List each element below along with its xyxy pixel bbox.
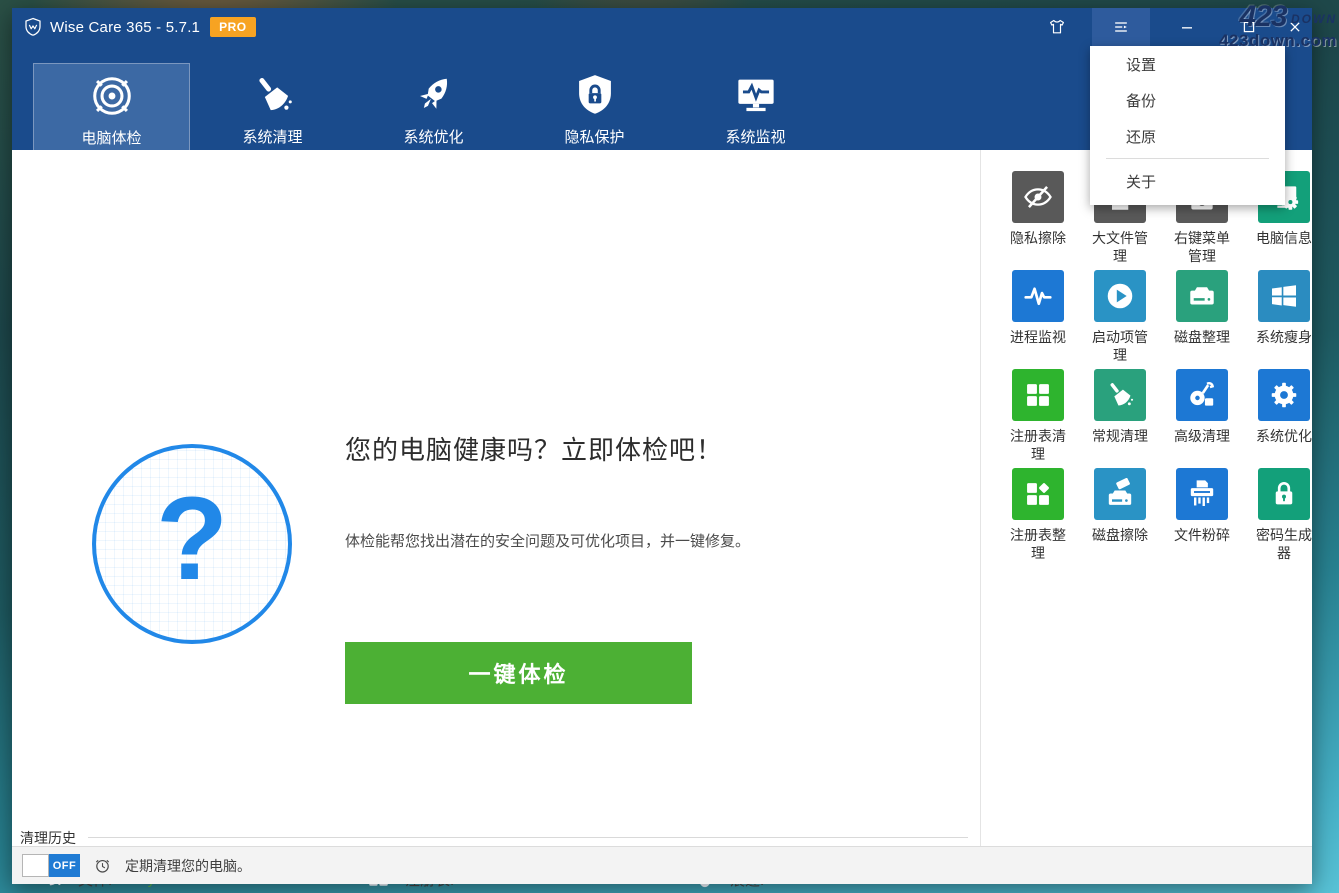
tool-advanced-cleaner[interactable]: 高级清理 (1161, 369, 1243, 468)
pro-badge: PRO (210, 17, 256, 37)
vacuum-icon (1176, 369, 1228, 421)
page-title: 您的电脑健康吗？立即体检吧！ (345, 430, 723, 467)
schedule-text: 定期清理您的电脑。 (125, 856, 251, 876)
toggle-state-label: OFF (49, 854, 80, 877)
app-shield-logo (23, 17, 43, 37)
menu-divider (1106, 158, 1269, 159)
broom-icon (1094, 369, 1146, 421)
tab-label: 系统监视 (725, 126, 785, 147)
tab-label: 系统优化 (403, 126, 463, 147)
tool-password-generator[interactable]: 密码生成器 (1243, 468, 1325, 567)
question-mark: ? (156, 480, 228, 608)
menu-icon[interactable] (1092, 8, 1150, 46)
shredder-icon (1176, 468, 1228, 520)
history-divider (88, 837, 968, 838)
tool-system-optimizer[interactable]: 系统优化 (1243, 369, 1325, 468)
tool-label: 隐私擦除 (1010, 229, 1066, 247)
theme-shirt-icon[interactable] (1032, 8, 1082, 46)
tab-system-cleaner[interactable]: 系统清理 (194, 63, 351, 158)
tool-privacy-eraser[interactable]: 隐私擦除 (997, 171, 1079, 270)
one-click-checkup-button[interactable]: 一键体检 (345, 642, 692, 704)
desktop-background: Wise Care 365 - 5.7.1 PRO (0, 0, 1339, 893)
menu-item-settings[interactable]: 设置 (1090, 46, 1285, 82)
tool-common-cleaner[interactable]: 常规清理 (1079, 369, 1161, 468)
grid4-icon (1012, 369, 1064, 421)
tool-label: 磁盘擦除 (1092, 526, 1148, 544)
tool-label: 注册表整理 (1004, 526, 1072, 562)
tool-disk-eraser[interactable]: 磁盘擦除 (1079, 468, 1161, 567)
windows-icon (1258, 270, 1310, 322)
history-section-title: 清理历史 (20, 828, 76, 848)
monitor-pulse-icon (733, 72, 779, 118)
tool-label: 系统瘦身 (1256, 328, 1312, 346)
toggle-knob[interactable] (22, 854, 49, 877)
tool-label: 电脑信息 (1256, 229, 1312, 247)
menu-item-backup[interactable]: 备份 (1090, 82, 1285, 118)
disk-icon (1176, 270, 1228, 322)
tool-label: 密码生成器 (1250, 526, 1318, 562)
tool-label: 高级清理 (1174, 427, 1230, 445)
menu-item-about[interactable]: 关于 (1090, 163, 1285, 199)
eye-slash-icon (1012, 171, 1064, 223)
tool-label: 常规清理 (1092, 427, 1148, 445)
settings-dropdown-menu: 设置备份还原关于 (1090, 46, 1285, 205)
tab-label: 系统清理 (242, 126, 302, 147)
tool-label: 注册表清理 (1004, 427, 1072, 463)
minimize-icon[interactable] (1158, 8, 1216, 46)
tab-privacy-protector[interactable]: 隐私保护 (516, 63, 673, 158)
lock-icon (1258, 468, 1310, 520)
tool-disk-defrag[interactable]: 磁盘整理 (1161, 270, 1243, 369)
tool-label: 系统优化 (1256, 427, 1312, 445)
tab-system-monitor[interactable]: 系统监视 (677, 63, 834, 158)
broom-icon (250, 72, 296, 118)
menu-item-restore[interactable]: 还原 (1090, 118, 1285, 154)
utility-sidebar: 隐私擦除 大文件管理右键菜单管理 电脑信息进程监视 启动项管理 磁盘整理 系统瘦身注册表清… (981, 150, 1312, 846)
pulse-icon (1012, 270, 1064, 322)
tool-process-monitor[interactable]: 进程监视 (997, 270, 1079, 369)
play-icon (1094, 270, 1146, 322)
content-area: ? 您的电脑健康吗？立即体检吧！ 体检能帮您找出潜在的安全问题及可优化项目，并一… (12, 150, 1312, 846)
page-description: 体检能帮您找出潜在的安全问题及可优化项目，并一键修复。 (345, 530, 750, 551)
tab-system-tuneup[interactable]: 系统优化 (355, 63, 512, 158)
tool-startup-manager[interactable]: 启动项管理 (1079, 270, 1161, 369)
titlebar: Wise Care 365 - 5.7.1 PRO (12, 8, 1312, 46)
tool-label: 启动项管理 (1086, 328, 1154, 364)
health-question-circle: ? (92, 444, 292, 644)
tab-label: 电脑体检 (81, 127, 141, 148)
shield-lock-icon (572, 72, 618, 118)
tool-file-shredder[interactable]: 文件粉碎 (1161, 468, 1243, 567)
alarm-clock-icon (93, 856, 112, 875)
tool-label: 右键菜单管理 (1168, 229, 1236, 265)
maximize-icon[interactable] (1220, 8, 1278, 46)
tool-label: 文件粉碎 (1174, 526, 1230, 544)
tab-pc-checkup[interactable]: 电脑体检 (33, 63, 190, 158)
checkup-target-icon (89, 73, 135, 119)
tool-registry-defrag[interactable]: 注册表整理 (997, 468, 1079, 567)
footer-bar: OFF 定期清理您的电脑。 (12, 846, 1312, 884)
tool-label: 大文件管理 (1086, 229, 1154, 265)
tab-label: 隐私保护 (564, 126, 624, 147)
disk-eraser-icon (1094, 468, 1146, 520)
rocket-icon (411, 72, 457, 118)
grid-diamond-icon (1012, 468, 1064, 520)
close-icon[interactable] (1278, 8, 1312, 46)
window-title: Wise Care 365 - 5.7.1 (50, 19, 200, 36)
tool-label: 磁盘整理 (1174, 328, 1230, 346)
gear-icon (1258, 369, 1310, 421)
tool-registry-cleaner[interactable]: 注册表清理 (997, 369, 1079, 468)
tool-label: 进程监视 (1010, 328, 1066, 346)
tool-system-slimming[interactable]: 系统瘦身 (1243, 270, 1325, 369)
schedule-toggle[interactable]: OFF (22, 854, 80, 877)
